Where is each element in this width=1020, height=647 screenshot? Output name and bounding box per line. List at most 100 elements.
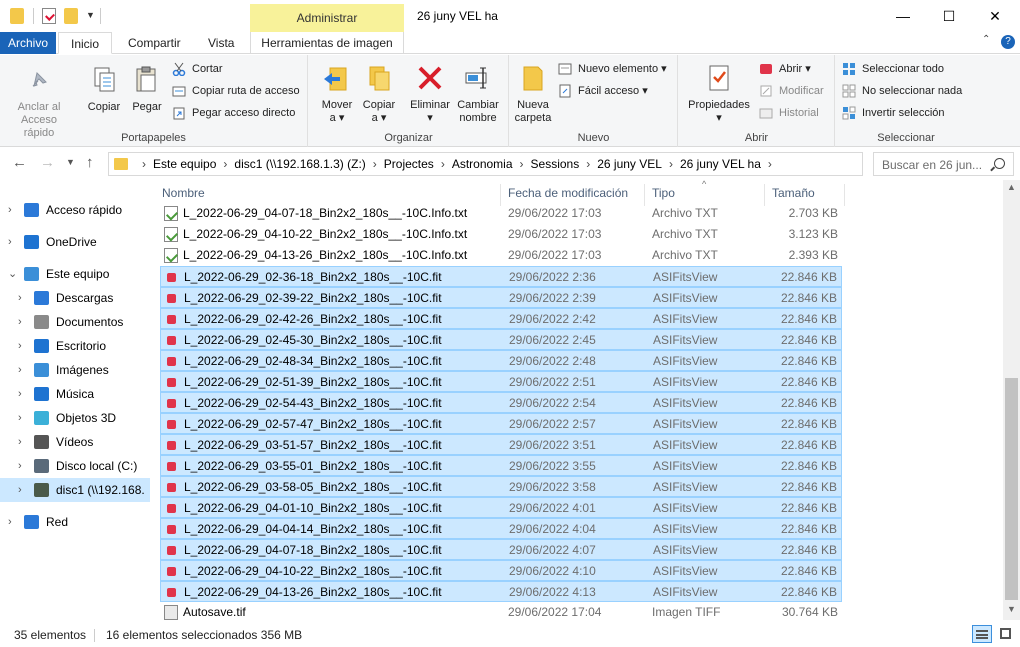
breadcrumb-chevron-icon[interactable]: › bbox=[586, 157, 590, 171]
file-row[interactable]: L_2022-06-29_02-45-30_Bin2x2_180s__-10C.… bbox=[160, 329, 842, 350]
copy-path-button[interactable]: Copiar ruta de acceso bbox=[170, 81, 300, 101]
chevron-right-icon[interactable]: › bbox=[18, 358, 22, 382]
properties-button[interactable]: Propiedades ▾ bbox=[683, 63, 755, 125]
copy-button[interactable]: Copiar bbox=[84, 65, 124, 114]
details-view-button[interactable] bbox=[972, 625, 992, 643]
forward-arrow-icon[interactable]: → bbox=[40, 154, 55, 171]
chevron-right-icon[interactable]: › bbox=[18, 310, 22, 334]
nav-item[interactable]: › Música bbox=[0, 382, 150, 406]
paste-shortcut-button[interactable]: Pegar acceso directo bbox=[170, 103, 295, 123]
chevron-right-icon[interactable]: › bbox=[18, 454, 22, 478]
minimize-button[interactable]: — bbox=[880, 0, 926, 32]
file-row[interactable]: L_2022-06-29_03-55-01_Bin2x2_180s__-10C.… bbox=[160, 455, 842, 476]
open-button[interactable]: Abrir ▾ bbox=[757, 59, 811, 79]
cut-button[interactable]: Cortar bbox=[170, 59, 223, 79]
chevron-right-icon[interactable]: › bbox=[18, 286, 22, 310]
vertical-scrollbar[interactable]: ▲ ▼ bbox=[1003, 180, 1020, 620]
tab-herramientas-de-imagen[interactable]: Herramientas de imagen bbox=[250, 32, 404, 54]
breadcrumb-item[interactable]: disc1 (\\192.168.1.3) (Z:) bbox=[234, 157, 365, 171]
chevron-right-icon[interactable]: › bbox=[18, 406, 22, 430]
column-divider[interactable] bbox=[844, 184, 845, 206]
up-arrow-icon[interactable]: ↑ bbox=[86, 154, 94, 171]
history-button[interactable]: Historial bbox=[757, 103, 819, 123]
folder-icon[interactable] bbox=[10, 8, 24, 24]
file-row[interactable]: L_2022-06-29_04-10-22_Bin2x2_180s__-10C.… bbox=[160, 560, 842, 581]
copy-to-button[interactable]: Copiar a ▾ bbox=[359, 63, 399, 125]
chevron-right-icon[interactable]: › bbox=[8, 198, 12, 222]
breadcrumb-chevron-icon[interactable]: › bbox=[373, 157, 377, 171]
nav-item[interactable]: › Escritorio bbox=[0, 334, 150, 358]
file-row[interactable]: L_2022-06-29_02-51-39_Bin2x2_180s__-10C.… bbox=[160, 371, 842, 392]
column-header-size[interactable]: Tamaño bbox=[772, 186, 815, 200]
nav-item[interactable]: › Red bbox=[0, 510, 150, 534]
breadcrumb-chevron-icon[interactable]: › bbox=[441, 157, 445, 171]
invert-selection-button[interactable]: Invertir selección bbox=[840, 103, 945, 123]
new-folder-button[interactable]: Nueva carpeta bbox=[512, 63, 554, 125]
chevron-right-icon[interactable]: › bbox=[8, 230, 12, 254]
breadcrumb-chevron-icon[interactable]: › bbox=[223, 157, 227, 171]
nav-item[interactable]: › Documentos bbox=[0, 310, 150, 334]
move-to-button[interactable]: Mover a ▾ bbox=[317, 63, 357, 125]
file-row[interactable]: L_2022-06-29_02-54-43_Bin2x2_180s__-10C.… bbox=[160, 392, 842, 413]
nav-item[interactable]: › Objetos 3D bbox=[0, 406, 150, 430]
file-row[interactable]: Autosave.tif 29/06/2022 17:04 Imagen TIFF 3… bbox=[160, 602, 842, 623]
tab-compartir[interactable]: Compartir bbox=[118, 32, 191, 54]
column-header-name[interactable]: Nombre bbox=[162, 186, 205, 200]
breadcrumb-item[interactable]: Este equipo bbox=[153, 157, 216, 171]
breadcrumb-item[interactable]: 26 juny VEL bbox=[597, 157, 662, 171]
recent-locations-icon[interactable]: ▼ bbox=[66, 157, 75, 167]
select-all-button[interactable]: Seleccionar todo bbox=[840, 59, 944, 79]
nav-item[interactable]: › Descargas bbox=[0, 286, 150, 310]
chevron-right-icon[interactable]: › bbox=[18, 430, 22, 454]
file-row[interactable]: L_2022-06-29_03-58-05_Bin2x2_180s__-10C.… bbox=[160, 476, 842, 497]
breadcrumb-chevron-icon[interactable]: › bbox=[520, 157, 524, 171]
file-row[interactable]: L_2022-06-29_02-36-18_Bin2x2_180s__-10C.… bbox=[160, 266, 842, 287]
file-row[interactable]: L_2022-06-29_02-48-34_Bin2x2_180s__-10C.… bbox=[160, 350, 842, 371]
breadcrumb-item[interactable]: Projectes bbox=[384, 157, 434, 171]
maximize-button[interactable]: ☐ bbox=[926, 0, 972, 32]
back-arrow-icon[interactable]: ← bbox=[12, 154, 27, 171]
breadcrumb-chevron-icon[interactable]: › bbox=[669, 157, 673, 171]
file-row[interactable]: L_2022-06-29_04-07-18_Bin2x2_180s__-10C.… bbox=[160, 203, 842, 224]
chevron-right-icon[interactable]: › bbox=[18, 382, 22, 406]
help-icon[interactable]: ? bbox=[1001, 35, 1015, 49]
edit-button[interactable]: Modificar bbox=[757, 81, 824, 101]
tab-vista[interactable]: Vista bbox=[198, 32, 244, 54]
nav-item[interactable]: › OneDrive bbox=[0, 230, 150, 254]
file-row[interactable]: L_2022-06-29_04-04-14_Bin2x2_180s__-10C.… bbox=[160, 518, 842, 539]
scroll-down-icon[interactable]: ▼ bbox=[1007, 604, 1016, 614]
file-row[interactable]: L_2022-06-29_02-39-22_Bin2x2_180s__-10C.… bbox=[160, 287, 842, 308]
scroll-up-icon[interactable]: ▲ bbox=[1007, 182, 1016, 192]
breadcrumb-item[interactable]: Astronomia bbox=[452, 157, 513, 171]
file-row[interactable]: L_2022-06-29_04-13-26_Bin2x2_180s__-10C.… bbox=[160, 245, 842, 266]
nav-item[interactable]: › Disco local (C:) bbox=[0, 454, 150, 478]
nav-item[interactable]: › disc1 (\\192.168. bbox=[0, 478, 150, 502]
chevron-right-icon[interactable]: › bbox=[18, 334, 22, 358]
paste-button[interactable]: Pegar bbox=[128, 65, 166, 114]
nav-item[interactable]: › Acceso rápido bbox=[0, 198, 150, 222]
breadcrumb-item[interactable]: Sessions bbox=[531, 157, 580, 171]
large-icons-view-button[interactable] bbox=[996, 625, 1016, 643]
chevron-right-icon[interactable]: › bbox=[18, 478, 22, 502]
file-row[interactable]: L_2022-06-29_04-13-26_Bin2x2_180s__-10C.… bbox=[160, 581, 842, 602]
search-box[interactable]: Buscar en 26 jun... bbox=[873, 152, 1014, 176]
file-row[interactable]: L_2022-06-29_04-01-10_Bin2x2_180s__-10C.… bbox=[160, 497, 842, 518]
pin-quick-access-button[interactable]: Anclar al Acceso rápido bbox=[6, 65, 72, 140]
nav-item[interactable]: › Imágenes bbox=[0, 358, 150, 382]
chevron-right-icon[interactable]: › bbox=[8, 510, 12, 534]
close-button[interactable]: ✕ bbox=[972, 0, 1018, 32]
search-icon[interactable] bbox=[994, 158, 1005, 169]
column-header-date[interactable]: Fecha de modificación bbox=[508, 186, 628, 200]
quick-access-dropdown-icon[interactable]: ▼ bbox=[86, 10, 95, 20]
chevron-down-icon[interactable]: ⌄ bbox=[8, 262, 17, 286]
file-row[interactable]: L_2022-06-29_04-10-22_Bin2x2_180s__-10C.… bbox=[160, 224, 842, 245]
collapse-ribbon-icon[interactable]: ⌃ bbox=[982, 34, 990, 45]
breadcrumb-item[interactable]: 26 juny VEL ha bbox=[680, 157, 761, 171]
address-bar[interactable]: › Este equipo › disc1 (\\192.168.1.3) (Z:) ›… bbox=[108, 152, 961, 176]
breadcrumb-chevron-icon[interactable]: › bbox=[768, 157, 772, 171]
file-row[interactable]: L_2022-06-29_02-42-26_Bin2x2_180s__-10C.… bbox=[160, 308, 842, 329]
file-row[interactable]: L_2022-06-29_04-07-18_Bin2x2_180s__-10C.… bbox=[160, 539, 842, 560]
scrollbar-thumb[interactable] bbox=[1005, 378, 1018, 600]
easy-access-button[interactable]: Fácil acceso ▾ bbox=[556, 81, 648, 101]
file-row[interactable]: L_2022-06-29_03-51-57_Bin2x2_180s__-10C.… bbox=[160, 434, 842, 455]
